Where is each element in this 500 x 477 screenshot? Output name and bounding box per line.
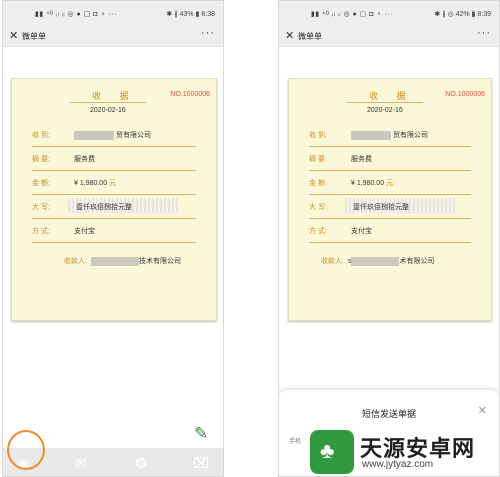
row-received-from: 收 到: 贸有限公司 [32, 123, 196, 147]
row-summary: 摘 要: 服务费 [32, 147, 196, 171]
status-indicators: ▮▮ ⁴ᴳ ᵢₗ ᵢₗ ◎ ● ▢ ◘ ♀ ··· [311, 11, 394, 18]
company-suffix: 贸有限公司 [393, 132, 428, 139]
status-bar: ▮▮ ⁴ᴳ ᵢₗ ᵢₗ ◎ ● ▢ ◘ ♀ ··· ✱ ∦ 43% ▮ 8:38 [3, 1, 223, 27]
more-icon[interactable]: ··· [201, 27, 215, 39]
receipt-number: NO.1000006 [170, 91, 210, 98]
row-method: 方 式: 支付宝 [32, 219, 196, 243]
redacted-mark [351, 130, 391, 140]
redacted-mark [74, 130, 114, 140]
receipt-title: 收 据 [92, 91, 137, 101]
title-bar: ✕ 微单单 ··· [3, 27, 223, 47]
row-amount: 金 额: ¥ 1,980.00 元 [32, 171, 196, 195]
battery-clock: ✱ ∦ 43% ▮ 8:38 [166, 11, 215, 18]
row-capital: 大 写: 壹仟玖佰捌拾元整 [309, 195, 471, 219]
row-label: 摘 要: [309, 156, 327, 163]
redacted-mark [351, 256, 400, 266]
amount-unit: 元 [109, 180, 117, 187]
row-value: 支付宝 [74, 228, 95, 235]
row-value: ¥ 1,980.00 元 [351, 178, 393, 188]
receipt-number: NO.1000006 [445, 91, 485, 98]
row-amount: 金 额: ¥ 1,980.00 元 [309, 171, 471, 195]
android-logo-icon: ♣ [310, 430, 354, 474]
sms-sheet-title: 短信发送单据 [361, 409, 416, 419]
payee: 收款人: 技术有限公司 [64, 256, 181, 266]
payee-suffix: 技术有限公司 [138, 258, 181, 265]
redacted-mark [90, 256, 139, 266]
amount-value: ¥ 1,980.00 [351, 180, 385, 187]
payee: 收款人: s 术有限公司 [321, 256, 434, 266]
more-icon[interactable]: ··· [477, 27, 491, 39]
company-suffix: 贸有限公司 [116, 132, 151, 139]
watermark-url: www.jytyaz.com [362, 459, 434, 470]
row-label: 收 到: [32, 132, 50, 139]
amount-unit: 元 [386, 180, 394, 187]
mail-icon[interactable]: ✉ [75, 455, 87, 472]
row-value: 服务费 [351, 156, 372, 163]
row-value: 壹仟玖佰捌拾元整 [76, 204, 132, 211]
payee-suffix: 术有限公司 [399, 258, 435, 265]
title-underline [70, 102, 146, 103]
status-bar: ▮▮ ⁴ᴳ ᵢₗ ᵢₗ ◎ ● ▢ ◘ ♀ ··· ✱ ∦ ◎ 42% ▮ 8:… [279, 1, 499, 27]
row-value: 服务费 [74, 156, 95, 163]
row-label: 大 写: [32, 204, 50, 211]
close-icon[interactable]: ✕ [9, 29, 18, 42]
site-watermark: ♣ 天源安卓网 www.jytyaz.com [302, 428, 500, 477]
row-label: 收 到: [309, 132, 327, 139]
close-icon[interactable]: ✕ [478, 404, 487, 417]
android-glyph-icon: ♣ [320, 438, 335, 463]
payee-value: s 术有限公司 [348, 256, 435, 266]
close-icon[interactable]: ✕ [285, 29, 294, 42]
share-icon[interactable]: ⌧ [193, 455, 209, 472]
receipt-title: 收 据 [369, 91, 414, 101]
phone-input-hint[interactable]: 手机 [289, 436, 301, 445]
receipt-card: 收 据 NO.1000006 2020-02-16 收 到: 贸有限公司 摘 要… [11, 78, 217, 321]
amount-value: ¥ 1,980.00 [74, 180, 108, 187]
row-label: 方 式: [309, 228, 327, 235]
row-value: 支付宝 [351, 228, 372, 235]
row-value: 贸有限公司 [74, 130, 151, 140]
row-received-from: 收 到: 贸有限公司 [309, 123, 471, 147]
title-bar: ✕ 微单单 ··· [279, 27, 499, 47]
annotation-circle [7, 430, 45, 470]
payee-value: 技术有限公司 [90, 256, 181, 266]
receipt-date: 2020-02-16 [90, 107, 126, 114]
row-value: 贸有限公司 [351, 130, 428, 140]
status-indicators: ▮▮ ⁴ᴳ ᵢₗ ᵢₗ ◎ ● ▢ ◘ ♀ ··· [35, 11, 118, 18]
phone-screen-left: ▮▮ ⁴ᴳ ᵢₗ ᵢₗ ◎ ● ▢ ◘ ♀ ··· ✱ ∦ 43% ▮ 8:38… [2, 0, 224, 477]
row-capital: 大 写: 壹仟玖佰捌拾元整 [32, 195, 196, 219]
row-label: 金 额: [32, 180, 50, 187]
payee-label: 收款人: [64, 258, 87, 265]
app-title: 微单单 [298, 32, 322, 41]
row-label: 大 写: [309, 204, 327, 211]
battery-clock: ✱ ∦ ◎ 42% ▮ 8:39 [434, 11, 491, 18]
phone-screen-right: ▮▮ ⁴ᴳ ᵢₗ ᵢₗ ◎ ● ▢ ◘ ♀ ··· ✱ ∦ ◎ 42% ▮ 8:… [278, 0, 500, 477]
app-title: 微单单 [22, 32, 46, 41]
row-summary: 摘 要: 服务费 [309, 147, 471, 171]
title-underline [347, 102, 423, 103]
receipt-card: 收 据 NO.1000006 2020-02-16 收 到: 贸有限公司 摘 要… [288, 78, 492, 321]
row-label: 金 额: [309, 180, 327, 187]
payee-label: 收款人: [321, 258, 344, 265]
row-label: 方 式: [32, 228, 50, 235]
row-method: 方 式: 支付宝 [309, 219, 471, 243]
row-value: ¥ 1,980.00 元 [74, 178, 116, 188]
row-label: 摘 要: [32, 156, 50, 163]
wechat-icon[interactable]: ❂ [135, 455, 147, 472]
receipt-date: 2020-02-16 [367, 107, 403, 114]
edit-icon[interactable]: ✎ [194, 424, 208, 444]
row-value: 壹仟玖佰捌拾元整 [353, 204, 409, 211]
